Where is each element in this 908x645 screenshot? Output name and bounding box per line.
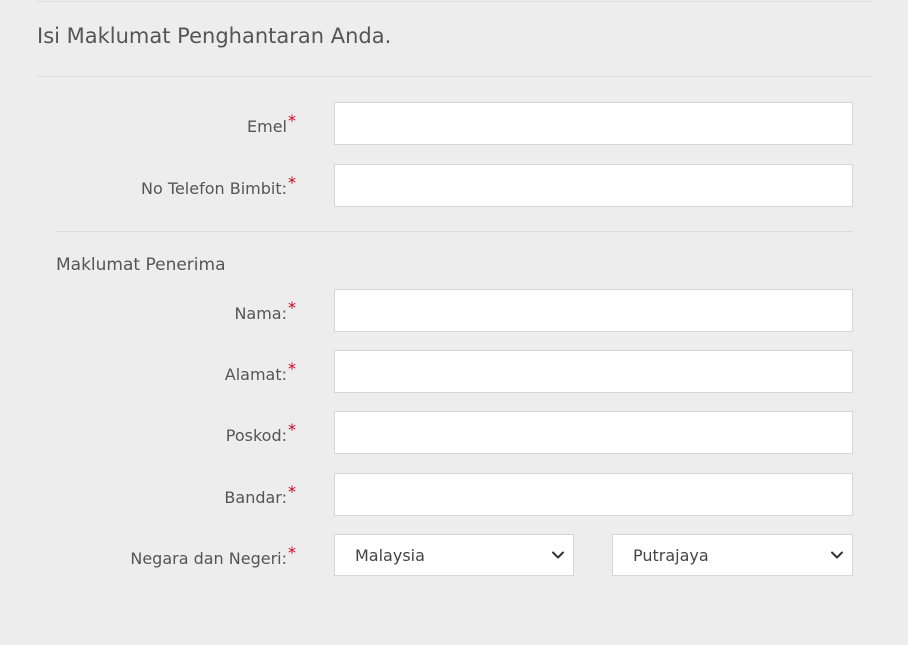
chevron-down-icon [552,551,564,559]
required-marker: * [288,482,296,501]
email-label: Emel* [247,102,296,145]
address-label: Alamat:* [225,350,296,393]
country-select[interactable]: Malaysia [334,534,574,576]
address-label-text: Alamat: [224,365,287,384]
top-divider [37,1,872,2]
city-label-text: Bandar: [224,488,287,507]
name-label-text: Nama: [234,304,287,323]
page-title: Isi Maklumat Penghantaran Anda. [37,24,392,48]
email-field[interactable] [334,102,853,145]
phone-label-text: No Telefon Bimbit: [141,179,287,198]
city-field[interactable] [334,473,853,516]
postcode-row: Poskod:* [0,411,908,454]
required-marker: * [288,111,296,130]
section-divider [55,231,853,232]
country-state-row: Negara dan Negeri:* Malaysia Putrajaya [0,534,908,577]
name-label: Nama:* [234,289,296,332]
title-divider [37,76,872,77]
required-marker: * [288,543,296,562]
phone-label: No Telefon Bimbit:* [141,164,296,207]
name-field[interactable] [334,289,853,332]
postcode-label: Poskod:* [226,411,296,454]
phone-row: No Telefon Bimbit:* [0,164,908,207]
country-state-label-text: Negara dan Negeri: [130,549,287,568]
city-label: Bandar:* [224,473,296,516]
city-row: Bandar:* [0,473,908,516]
postcode-label-text: Poskod: [225,426,287,445]
state-select[interactable]: Putrajaya [612,534,853,576]
email-row: Emel* [0,102,908,145]
recipient-section-title: Maklumat Penerima [56,255,226,275]
required-marker: * [288,298,296,317]
required-marker: * [288,420,296,439]
required-marker: * [288,173,296,192]
state-select-value: Putrajaya [633,546,709,565]
required-marker: * [288,359,296,378]
name-row: Nama:* [0,289,908,332]
chevron-down-icon [831,551,843,559]
email-label-text: Emel [247,117,287,136]
country-select-value: Malaysia [355,546,425,565]
address-field[interactable] [334,350,853,393]
postcode-field[interactable] [334,411,853,454]
phone-field[interactable] [334,164,853,207]
country-state-label: Negara dan Negeri:* [130,534,296,577]
address-row: Alamat:* [0,350,908,393]
